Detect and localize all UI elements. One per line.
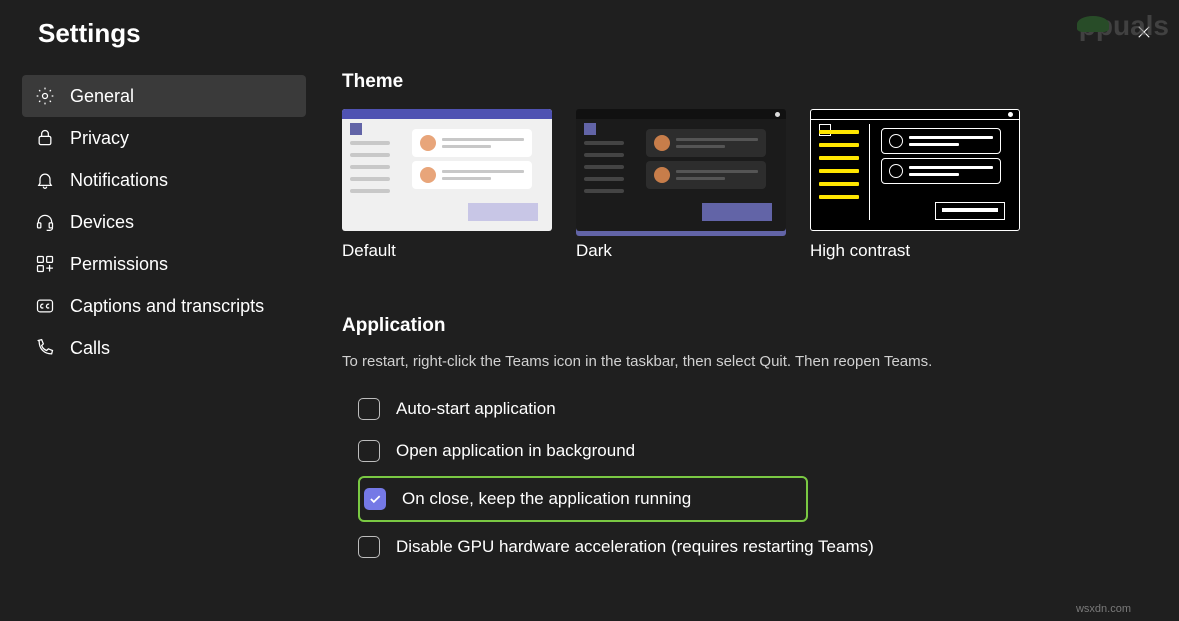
settings-sidebar: General Privacy Notifications Devices: [0, 57, 320, 621]
sidebar-item-label: Notifications: [70, 170, 168, 191]
sidebar-item-label: Devices: [70, 212, 134, 233]
checkbox-icon: [358, 536, 380, 558]
option-disable-gpu[interactable]: Disable GPU hardware acceleration (requi…: [358, 530, 1149, 564]
application-description: To restart, right-click the Teams icon i…: [342, 353, 1149, 370]
sidebar-item-captions-and-transcripts[interactable]: Captions and transcripts: [22, 285, 306, 327]
checkbox-checked-icon: [364, 488, 386, 510]
sidebar-item-notifications[interactable]: Notifications: [22, 159, 306, 201]
apps-icon: [34, 253, 56, 275]
headset-icon: [34, 211, 56, 233]
application-options: Auto-start application Open application …: [342, 392, 1149, 564]
theme-heading: Theme: [342, 71, 1149, 93]
cc-icon: [34, 295, 56, 317]
sidebar-item-privacy[interactable]: Privacy: [22, 117, 306, 159]
page-title: Settings: [38, 18, 141, 49]
title-bar: Settings: [0, 0, 1179, 57]
bell-icon: [34, 169, 56, 191]
sidebar-item-general[interactable]: General: [22, 75, 306, 117]
phone-icon: [34, 337, 56, 359]
sidebar-item-calls[interactable]: Calls: [22, 327, 306, 369]
theme-label: High contrast: [810, 241, 1020, 261]
checkbox-icon: [358, 398, 380, 420]
option-auto-start[interactable]: Auto-start application: [358, 392, 1149, 426]
theme-option-dark[interactable]: Dark: [576, 109, 786, 261]
footer-tag: wsxdn.com: [1076, 603, 1131, 615]
sidebar-item-devices[interactable]: Devices: [22, 201, 306, 243]
sidebar-item-label: Calls: [70, 338, 110, 359]
theme-option-high-contrast[interactable]: High contrast: [810, 109, 1020, 261]
sidebar-item-label: Permissions: [70, 254, 168, 275]
close-button[interactable]: [1129, 19, 1159, 49]
option-label: Disable GPU hardware acceleration (requi…: [396, 537, 874, 557]
checkbox-icon: [358, 440, 380, 462]
lock-icon: [34, 127, 56, 149]
sidebar-item-label: Captions and transcripts: [70, 296, 264, 317]
theme-options-row: Default Dark: [342, 109, 1149, 261]
close-icon: [1135, 23, 1153, 45]
theme-option-default[interactable]: Default: [342, 109, 552, 261]
gear-icon: [34, 85, 56, 107]
theme-preview-default: [342, 109, 552, 231]
option-label: Auto-start application: [396, 399, 556, 419]
theme-preview-high-contrast: [810, 109, 1020, 231]
theme-label: Dark: [576, 241, 786, 261]
theme-preview-dark: [576, 109, 786, 231]
sidebar-item-label: General: [70, 86, 134, 107]
theme-label: Default: [342, 241, 552, 261]
sidebar-item-permissions[interactable]: Permissions: [22, 243, 306, 285]
content-area: Theme Default: [320, 57, 1179, 621]
option-keep-running-on-close[interactable]: On close, keep the application running: [358, 476, 808, 522]
option-open-in-background[interactable]: Open application in background: [358, 434, 1149, 468]
option-label: On close, keep the application running: [402, 489, 691, 509]
option-label: Open application in background: [396, 441, 635, 461]
sidebar-item-label: Privacy: [70, 128, 129, 149]
application-heading: Application: [342, 315, 1149, 337]
